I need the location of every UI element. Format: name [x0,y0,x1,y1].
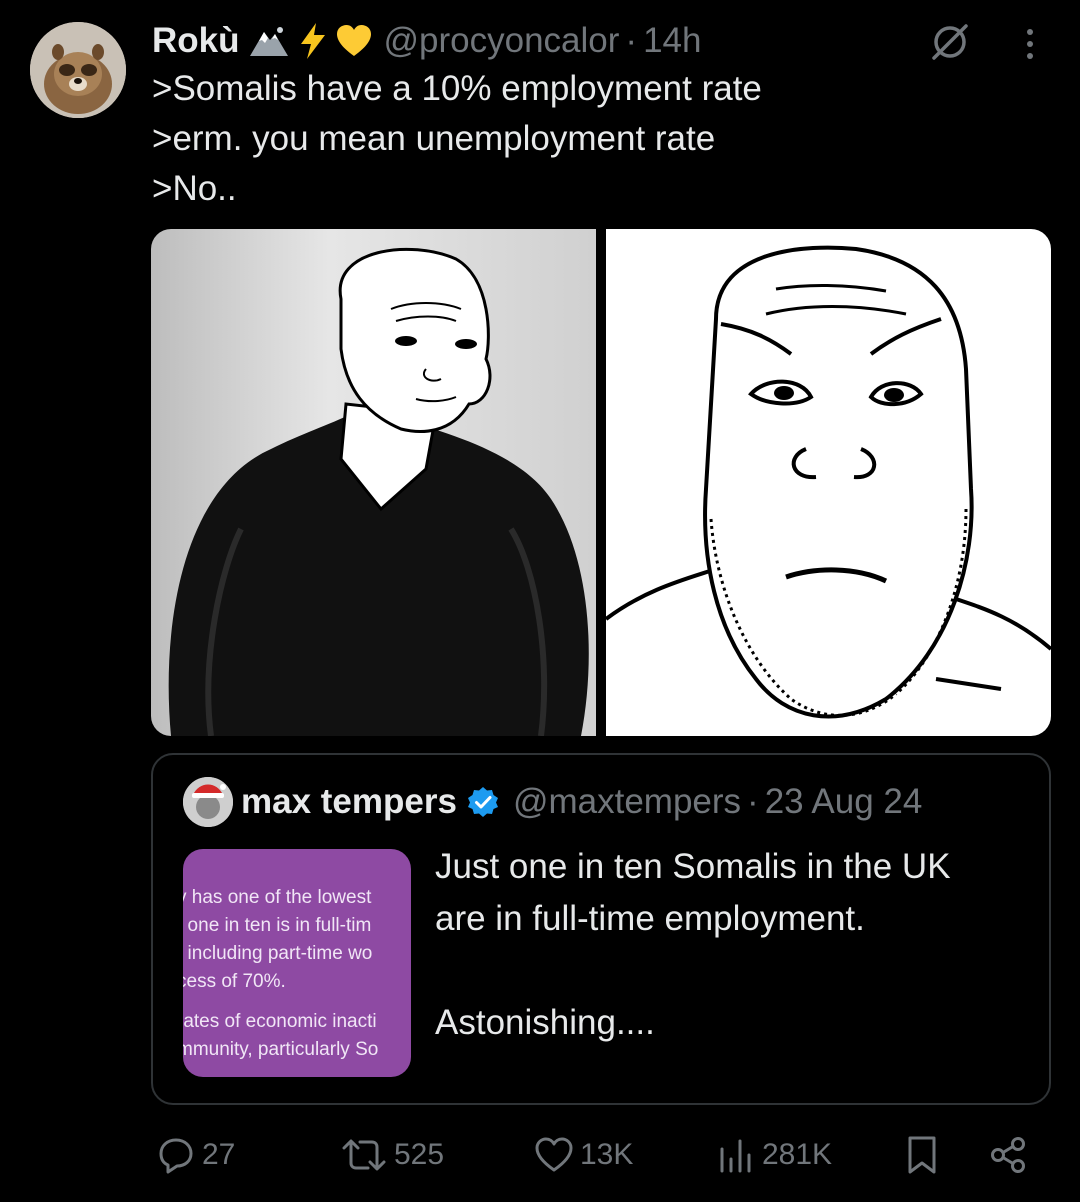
media-image-left[interactable] [151,229,596,736]
quoted-text-line: Astonishing.... [435,1003,655,1042]
raccoon-dog-avatar-icon [30,22,126,118]
repost-count: 525 [394,1138,445,1171]
thumbnail-text-line: mmunity, particularly So [183,1039,379,1060]
quoted-media-thumbnail[interactable]: y has one of the lowest t one in ten is … [183,849,411,1077]
quoted-author-name[interactable]: max tempers [241,782,457,822]
share-button[interactable] [988,1130,1034,1180]
thumbnail-text-line: y has one of the lowest [183,887,372,908]
author-handle[interactable]: @procyoncalor [384,21,620,61]
quoted-author-handle[interactable]: @maxtempers [513,782,741,822]
wojak-bearded-image [606,245,1051,719]
santa-hat-avatar-icon [183,777,233,827]
header-separator: · [625,21,638,60]
thumbnail-text-line: , including part-time wo [183,943,373,964]
views-button[interactable]: 281K [716,1130,832,1180]
author-avatar[interactable] [30,22,126,118]
like-button[interactable]: 13K [534,1130,633,1180]
bookmark-button[interactable] [904,1130,946,1180]
wojak-muscular-image [168,247,589,736]
quoted-tweet-date[interactable]: 23 Aug 24 [765,782,923,822]
repost-button[interactable]: 525 [340,1130,444,1180]
quoted-tweet-text: Just one in ten Somalis in the UK are in… [435,841,1035,1049]
quoted-text-line: are in full-time employment. [435,899,865,938]
heart-icon [535,1137,573,1172]
more-options-icon[interactable] [1016,24,1044,64]
tweet-text-line: >erm. you mean unemployment rate [152,119,716,158]
tweet-text-line: >Somalis have a 10% employment rate [152,69,762,108]
thumbnail-text-line: cess of 70%. [183,971,286,992]
quoted-text-line: Just one in ten Somalis in the UK [435,847,951,886]
author-display-name[interactable]: Rokù [152,21,240,61]
thumbnail-text-line: t one in ten is in full-tim [183,915,372,936]
tweet-header: Rokù @procyoncalor · 14h [152,18,701,64]
verified-badge-icon [467,786,499,818]
lightning-icon [298,22,328,60]
view-count: 281K [762,1138,833,1171]
tweet-text: >Somalis have a 10% employment rate >erm… [152,64,1052,214]
reply-button[interactable]: 27 [156,1130,235,1180]
yellow-heart-icon [336,24,372,58]
media-image-right[interactable] [606,229,1051,736]
grok-icon[interactable] [928,20,972,64]
mountain-icon [248,24,290,58]
tweet-media[interactable] [151,229,1051,736]
bookmark-icon [908,1136,936,1174]
reply-count: 27 [202,1138,236,1171]
tweet-timestamp[interactable]: 14h [643,21,701,61]
analytics-icon [720,1139,751,1173]
tweet-actions: 27 525 13K 281K [152,1130,1052,1180]
quoted-tweet-header: max tempers @maxtempers · 23 Aug 24 [241,779,922,825]
reply-icon [159,1138,193,1174]
thumbnail-text-line: rates of economic inacti [183,1011,377,1032]
tweet-text-line: >No.. [152,169,237,208]
quoted-header-separator: · [747,782,759,821]
quoted-text-line [435,945,1035,997]
repost-icon [342,1139,386,1171]
quoted-author-avatar[interactable] [183,777,233,827]
quoted-tweet[interactable]: max tempers @maxtempers · 23 Aug 24 y ha… [151,753,1051,1105]
like-count: 13K [580,1138,634,1171]
share-icon [991,1137,1025,1173]
